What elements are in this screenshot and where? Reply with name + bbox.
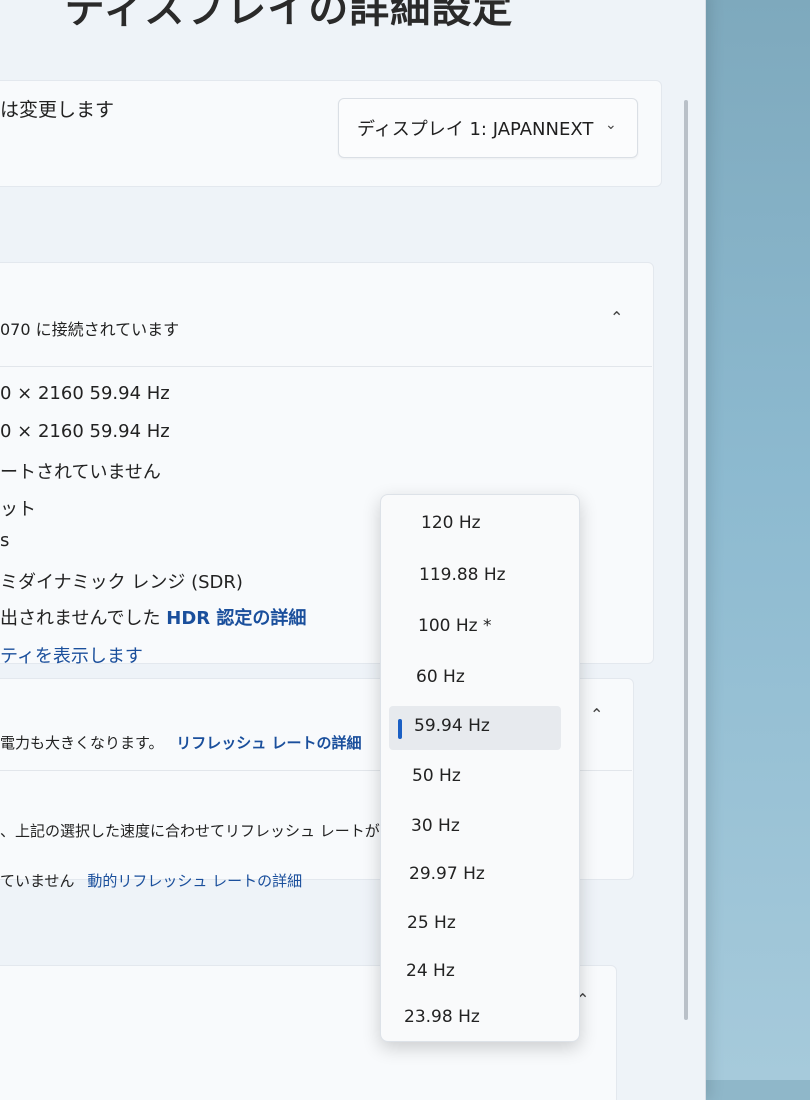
refresh-rate-dropdown: 120 Hz 119.88 Hz 100 Hz * 60 Hz 59.94 Hz… <box>380 494 580 1042</box>
refresh-rate-description: 電力も大きくなります。 <box>0 734 164 752</box>
desktop-resolution: 0 × 2160 59.94 Hz <box>0 421 170 442</box>
hdr-certification-link[interactable]: HDR 認定の詳細 <box>166 608 306 629</box>
divider <box>0 366 652 367</box>
display-select[interactable]: ディスプレイ 1: JAPANNEXT ⌄ <box>338 98 638 158</box>
color-format-text: s <box>0 530 10 551</box>
refresh-option-60[interactable]: 60 Hz <box>381 657 579 701</box>
adapter-properties-link[interactable]: ティを表示します <box>0 642 143 668</box>
variable-refresh-status: ートされていません <box>0 462 161 483</box>
refresh-option-29-97[interactable]: 29.97 Hz <box>381 854 579 898</box>
refresh-option-25[interactable]: 25 Hz <box>381 903 579 947</box>
refresh-option-100[interactable]: 100 Hz * <box>381 606 579 650</box>
settings-window: ディスプレイの詳細設定 は変更します ディスプレイ 1: JAPANNEXT ⌄… <box>0 0 706 1100</box>
refresh-rate-description-row: 電力も大きくなります。 リフレッシュ レートの詳細 <box>0 732 362 753</box>
scrollbar[interactable] <box>684 100 688 1020</box>
color-space-text: ミダイナミック レンジ (SDR) <box>0 572 243 593</box>
select-display-label: は変更します <box>0 99 115 121</box>
chevron-up-icon[interactable]: ⌃ <box>610 308 623 327</box>
dynamic-refresh-status-row: ていません 動的リフレッシュ レートの詳細 <box>0 870 302 891</box>
refresh-option-23-98[interactable]: 23.98 Hz <box>381 997 579 1041</box>
dynamic-refresh-description: 、上記の選択した速度に合わせてリフレッシュ レートが調 <box>0 822 395 840</box>
hdr-certification-text: 出されませんでした <box>0 608 161 629</box>
active-signal-resolution: 0 × 2160 59.94 Hz <box>0 383 170 404</box>
display-connected-text: 070 に接続されています <box>0 320 180 339</box>
chevron-down-icon: ⌄ <box>605 117 617 133</box>
refresh-option-50[interactable]: 50 Hz <box>381 756 579 800</box>
hdr-certification-row: 出されませんでした HDR 認定の詳細 <box>0 604 306 630</box>
refresh-option-120[interactable]: 120 Hz <box>381 503 579 547</box>
chevron-up-icon[interactable]: ⌃ <box>590 705 603 724</box>
dynamic-refresh-link[interactable]: 動的リフレッシュ レートの詳細 <box>87 872 302 890</box>
bit-depth-text: ット <box>0 499 36 520</box>
dynamic-refresh-status: ていません <box>0 872 75 890</box>
display-select-value: ディスプレイ 1: JAPANNEXT <box>357 119 594 140</box>
selection-indicator <box>398 719 402 739</box>
refresh-option-24[interactable]: 24 Hz <box>381 951 579 995</box>
desktop-background <box>690 0 810 1080</box>
refresh-option-59-94-selected[interactable]: 59.94 Hz <box>389 706 561 750</box>
page-title: ディスプレイの詳細設定 <box>65 0 514 32</box>
refresh-option-119-88[interactable]: 119.88 Hz <box>381 555 579 599</box>
refresh-option-30[interactable]: 30 Hz <box>381 806 579 850</box>
refresh-rate-link[interactable]: リフレッシュ レートの詳細 <box>176 734 361 752</box>
